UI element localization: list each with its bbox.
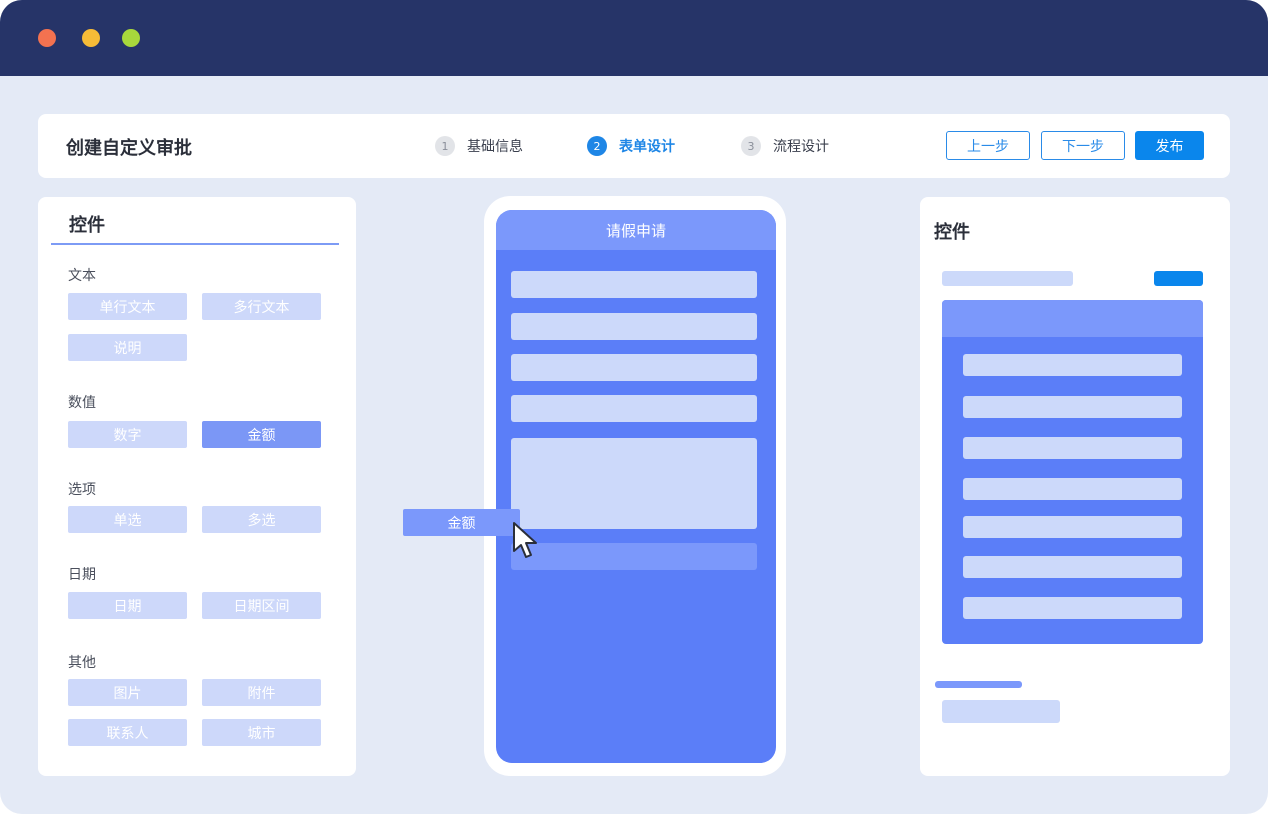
group-label-date: 日期 (68, 567, 96, 583)
control-image[interactable]: 图片 (68, 679, 187, 706)
close-window-button[interactable] (38, 29, 56, 47)
control-attachment[interactable]: 附件 (202, 679, 321, 706)
form-field[interactable] (511, 395, 757, 422)
preview-field (963, 478, 1182, 500)
step-basic-info[interactable]: 1 基础信息 (435, 136, 523, 156)
form-title: 请假申请 (496, 210, 776, 250)
form-field[interactable] (511, 313, 757, 340)
control-multi-line-text[interactable]: 多行文本 (202, 293, 321, 320)
dragging-amount-control[interactable]: 金额 (403, 509, 520, 536)
step-form-design[interactable]: 2 表单设计 (587, 136, 675, 156)
panel-title: 控件 (934, 222, 970, 243)
input-placeholder[interactable] (942, 700, 1060, 723)
page-title: 创建自定义审批 (66, 138, 192, 159)
step-label: 表单设计 (619, 139, 675, 155)
page-header: 创建自定义审批 1 基础信息 2 表单设计 3 流程设计 上一步 下一步 发布 (38, 114, 1230, 178)
title-bar (0, 0, 1268, 76)
preview-field (963, 354, 1182, 376)
control-description[interactable]: 说明 (68, 334, 187, 361)
properties-panel: 控件 (920, 197, 1230, 776)
property-action-button[interactable] (1154, 271, 1203, 286)
control-amount[interactable]: 金额 (202, 421, 321, 448)
section-label-placeholder (935, 681, 1022, 688)
pointer-cursor-icon (513, 522, 537, 558)
control-single-choice[interactable]: 单选 (68, 506, 187, 533)
form-canvas[interactable]: 请假申请 (496, 210, 776, 763)
preview-field (963, 437, 1182, 459)
preview-field (963, 597, 1182, 619)
control-number[interactable]: 数字 (68, 421, 187, 448)
form-field[interactable] (511, 271, 757, 298)
group-label-text: 文本 (68, 268, 96, 284)
form-field-multiline[interactable] (511, 438, 757, 529)
form-preview-header (942, 300, 1203, 337)
control-date-range[interactable]: 日期区间 (202, 592, 321, 619)
step-flow-design[interactable]: 3 流程设计 (741, 136, 829, 156)
preview-field (963, 516, 1182, 538)
control-contact[interactable]: 联系人 (68, 719, 187, 746)
controls-panel: 控件 文本 单行文本 多行文本 说明 数值 数字 金额 选项 单选 多选 日期 … (38, 197, 356, 776)
publish-button[interactable]: 发布 (1135, 131, 1204, 160)
panel-title-underline (51, 243, 339, 245)
control-single-line-text[interactable]: 单行文本 (68, 293, 187, 320)
panel-title: 控件 (69, 215, 105, 236)
step-number: 1 (435, 136, 455, 156)
step-number: 2 (587, 136, 607, 156)
app-window: 创建自定义审批 1 基础信息 2 表单设计 3 流程设计 上一步 下一步 发布 … (0, 0, 1268, 814)
maximize-window-button[interactable] (122, 29, 140, 47)
property-label-placeholder (942, 271, 1073, 286)
form-field[interactable] (511, 354, 757, 381)
group-label-number: 数值 (68, 395, 96, 411)
preview-field (963, 396, 1182, 418)
phone-preview: 请假申请 (484, 196, 786, 776)
next-step-button[interactable]: 下一步 (1041, 131, 1125, 160)
control-date[interactable]: 日期 (68, 592, 187, 619)
minimize-window-button[interactable] (82, 29, 100, 47)
control-multi-choice[interactable]: 多选 (202, 506, 321, 533)
step-label: 基础信息 (467, 139, 523, 155)
group-label-options: 选项 (68, 482, 96, 498)
form-preview (942, 300, 1203, 644)
step-label: 流程设计 (773, 139, 829, 155)
previous-step-button[interactable]: 上一步 (946, 131, 1030, 160)
drop-placeholder[interactable] (511, 543, 757, 570)
group-label-other: 其他 (68, 655, 96, 671)
step-number: 3 (741, 136, 761, 156)
preview-field (963, 556, 1182, 578)
control-city[interactable]: 城市 (202, 719, 321, 746)
